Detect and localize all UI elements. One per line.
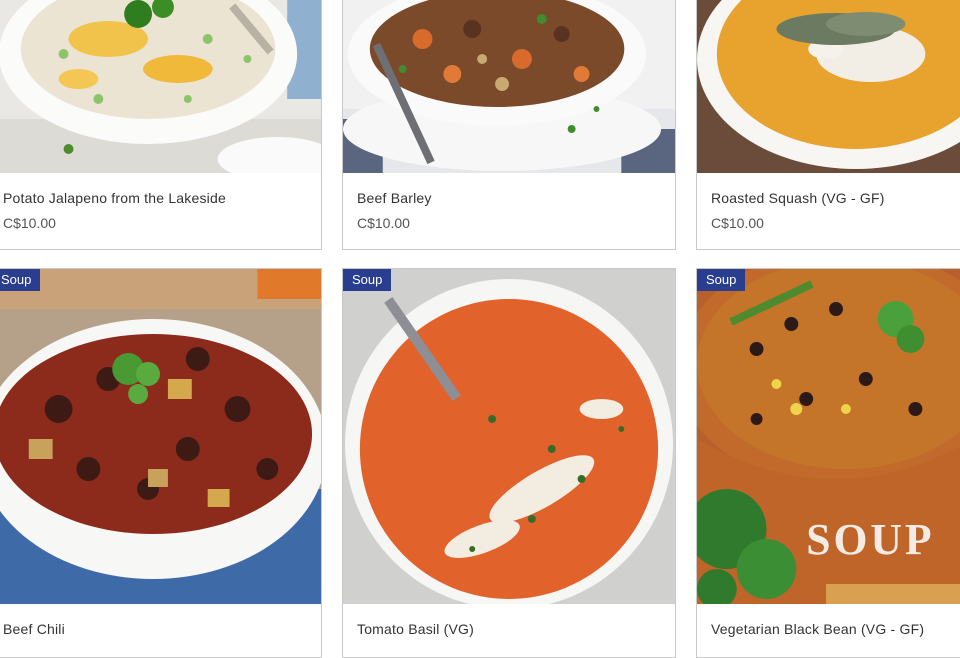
product-card[interactable]: Roasted Squash (VG - GF) C$10.00 <box>696 0 960 250</box>
product-title[interactable]: Tomato Basil (VG) <box>357 621 474 637</box>
category-badge: Soup <box>343 269 392 291</box>
product-card[interactable]: Beef Barley C$10.00 <box>342 0 676 250</box>
product-title[interactable]: Vegetarian Black Bean (VG - GF) <box>711 621 924 637</box>
category-badge: Soup <box>0 269 41 291</box>
product-image-beef-chili[interactable] <box>0 269 321 604</box>
product-card[interactable]: Soup Tomato Basil (VG) <box>342 268 676 658</box>
product-image-roasted-squash[interactable] <box>697 0 960 173</box>
product-card[interactable]: Soup Beef Chili <box>0 268 322 658</box>
product-image-potato-jalapeno[interactable] <box>0 0 321 173</box>
product-title[interactable]: Potato Jalapeno from the Lakeside <box>3 190 226 206</box>
product-title[interactable]: Roasted Squash (VG - GF) <box>711 190 885 206</box>
product-image-beef-barley[interactable] <box>343 0 675 173</box>
product-card[interactable]: Potato Jalapeno from the Lakeside C$10.0… <box>0 0 322 250</box>
product-price: C$10.00 <box>3 215 56 231</box>
product-image-vegetarian-black-bean[interactable]: SOUP <box>697 269 960 604</box>
product-title[interactable]: Beef Chili <box>3 621 65 637</box>
product-image-tomato-basil[interactable] <box>343 269 675 604</box>
category-badge: Soup <box>697 269 746 291</box>
bowl-lettering: SOUP <box>806 516 934 564</box>
product-price: C$10.00 <box>357 215 410 231</box>
product-card[interactable]: Soup SOUP Vegetarian Black Bean (VG - GF… <box>696 268 960 658</box>
product-price: C$10.00 <box>711 215 764 231</box>
product-title[interactable]: Beef Barley <box>357 190 432 206</box>
